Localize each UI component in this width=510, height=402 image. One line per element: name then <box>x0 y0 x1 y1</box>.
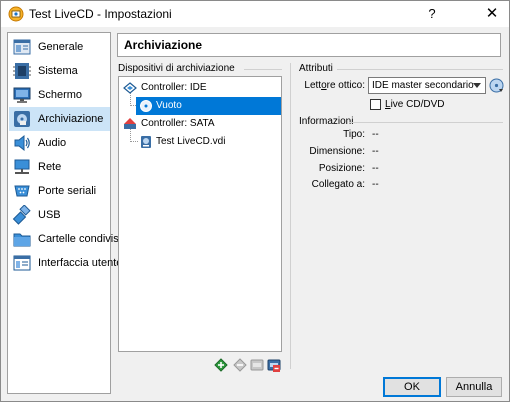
optical-disc-icon <box>140 100 152 112</box>
live-cd-label: Live CD/DVD <box>385 99 445 110</box>
general-icon <box>13 39 31 55</box>
settings-window: Test LiveCD - Impostazioni ? ✕ Generale … <box>0 0 510 402</box>
tree-item-sata-controller[interactable]: Controller: SATA <box>120 115 281 133</box>
nav-item-label: Schermo <box>38 89 83 101</box>
storage-devices-title: Dispositivi di archiviazione <box>118 63 235 74</box>
group-divider <box>349 122 503 123</box>
close-button[interactable]: ✕ <box>477 2 507 26</box>
virtualbox-logo-icon <box>8 6 24 22</box>
hard-disk-icon <box>141 136 151 148</box>
tree-item-label: Controller: SATA <box>141 118 215 129</box>
nav-item-porte-seriali[interactable]: Porte seriali <box>9 179 110 203</box>
remove-controller-icon[interactable] <box>267 358 281 372</box>
shared-folder-icon <box>13 233 31 247</box>
nav-item-label: USB <box>38 209 61 221</box>
page-title: Archiviazione <box>124 38 203 52</box>
tree-item-empty-optical[interactable]: Vuoto <box>136 97 281 115</box>
display-monitor-icon <box>13 87 31 103</box>
tree-item-label: Vuoto <box>156 100 182 111</box>
info-location-value: -- <box>372 163 379 174</box>
nav-item-cartelle-condivise[interactable]: Cartelle condivise <box>9 227 125 251</box>
nav-item-label: Archiviazione <box>38 113 104 125</box>
optical-drive-value: IDE master secondario <box>372 80 474 91</box>
optical-drive-select[interactable]: IDE master secondario <box>368 77 486 94</box>
add-attachment-icon[interactable] <box>214 358 228 372</box>
nav-item-label: Porte seriali <box>38 185 97 197</box>
tree-item-label: Test LiveCD.vdi <box>156 136 226 147</box>
nav-item-generale[interactable]: Generale <box>9 35 110 59</box>
nav-item-label: Generale <box>38 41 84 53</box>
nav-item-usb[interactable]: USB <box>9 203 110 227</box>
group-divider <box>337 69 503 70</box>
nav-item-rete[interactable]: Rete <box>9 155 110 179</box>
info-location-label: Posizione: <box>318 163 365 174</box>
info-type-value: -- <box>372 129 379 140</box>
attributes-title: Attributi <box>299 63 333 74</box>
storage-tree[interactable]: Controller: IDE Vuoto Controller: SATA T… <box>118 76 282 352</box>
optical-disc-chooser-icon[interactable] <box>489 78 504 93</box>
nav-item-label: Rete <box>38 161 62 173</box>
usb-icon <box>12 205 31 225</box>
live-cd-checkbox[interactable] <box>370 99 381 110</box>
nav-item-interfaccia-utente[interactable]: Interfaccia utente <box>9 251 122 275</box>
nav-item-label: Interfaccia utente <box>38 257 123 269</box>
pane-divider <box>290 63 291 369</box>
nav-item-sistema[interactable]: Sistema <box>9 59 110 83</box>
info-size-label: Dimensione: <box>309 146 365 157</box>
page-title-box: Archiviazione <box>117 33 501 57</box>
nav-item-label: Sistema <box>38 65 78 77</box>
nav-item-schermo[interactable]: Schermo <box>9 83 110 107</box>
user-interface-icon <box>13 255 31 271</box>
tree-item-hard-disk[interactable]: Test LiveCD.vdi <box>136 133 281 151</box>
serial-port-icon <box>14 185 30 197</box>
title-bar: Test LiveCD - Impostazioni ? ✕ <box>1 1 509 27</box>
system-chip-icon <box>13 63 31 79</box>
network-icon <box>14 159 30 174</box>
sata-controller-icon <box>124 118 136 129</box>
add-controller-icon[interactable] <box>250 358 264 372</box>
ide-controller-icon <box>123 82 137 94</box>
tree-item-label: Controller: IDE <box>141 82 207 93</box>
cancel-button[interactable]: Annulla <box>446 377 502 397</box>
settings-nav: Generale Sistema Schermo Archiviazione A… <box>7 32 125 394</box>
tree-item-ide-controller[interactable]: Controller: IDE <box>120 79 281 97</box>
speaker-icon <box>14 134 30 152</box>
remove-attachment-icon[interactable] <box>233 358 247 372</box>
nav-item-label: Cartelle condivise <box>38 233 125 245</box>
optical-drive-label: Lettore ottico: <box>304 80 365 91</box>
ok-button[interactable]: OK <box>383 377 441 397</box>
info-attached-value: -- <box>372 179 379 190</box>
nav-item-label: Audio <box>38 137 67 149</box>
info-type-label: Tipo: <box>343 129 365 140</box>
chevron-down-icon <box>473 83 481 88</box>
storage-icon <box>14 111 30 127</box>
window-title: Test LiveCD - Impostazioni <box>29 7 172 21</box>
info-size-value: -- <box>372 146 379 157</box>
nav-item-archiviazione[interactable]: Archiviazione <box>9 107 110 131</box>
nav-item-audio[interactable]: Audio <box>9 131 110 155</box>
group-divider <box>244 69 282 70</box>
info-attached-label: Collegato a: <box>311 179 365 190</box>
help-button[interactable]: ? <box>418 2 446 26</box>
information-title: Informazioni <box>299 116 354 127</box>
